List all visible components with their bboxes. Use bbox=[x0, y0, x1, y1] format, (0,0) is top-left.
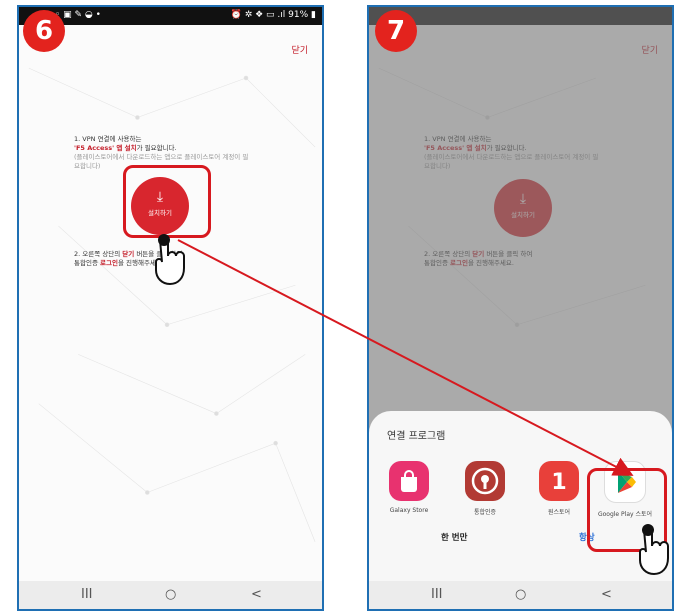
pointer-hand-icon bbox=[155, 234, 185, 286]
instruction-arrow bbox=[177, 239, 634, 476]
pointer-hand-icon bbox=[639, 524, 669, 576]
